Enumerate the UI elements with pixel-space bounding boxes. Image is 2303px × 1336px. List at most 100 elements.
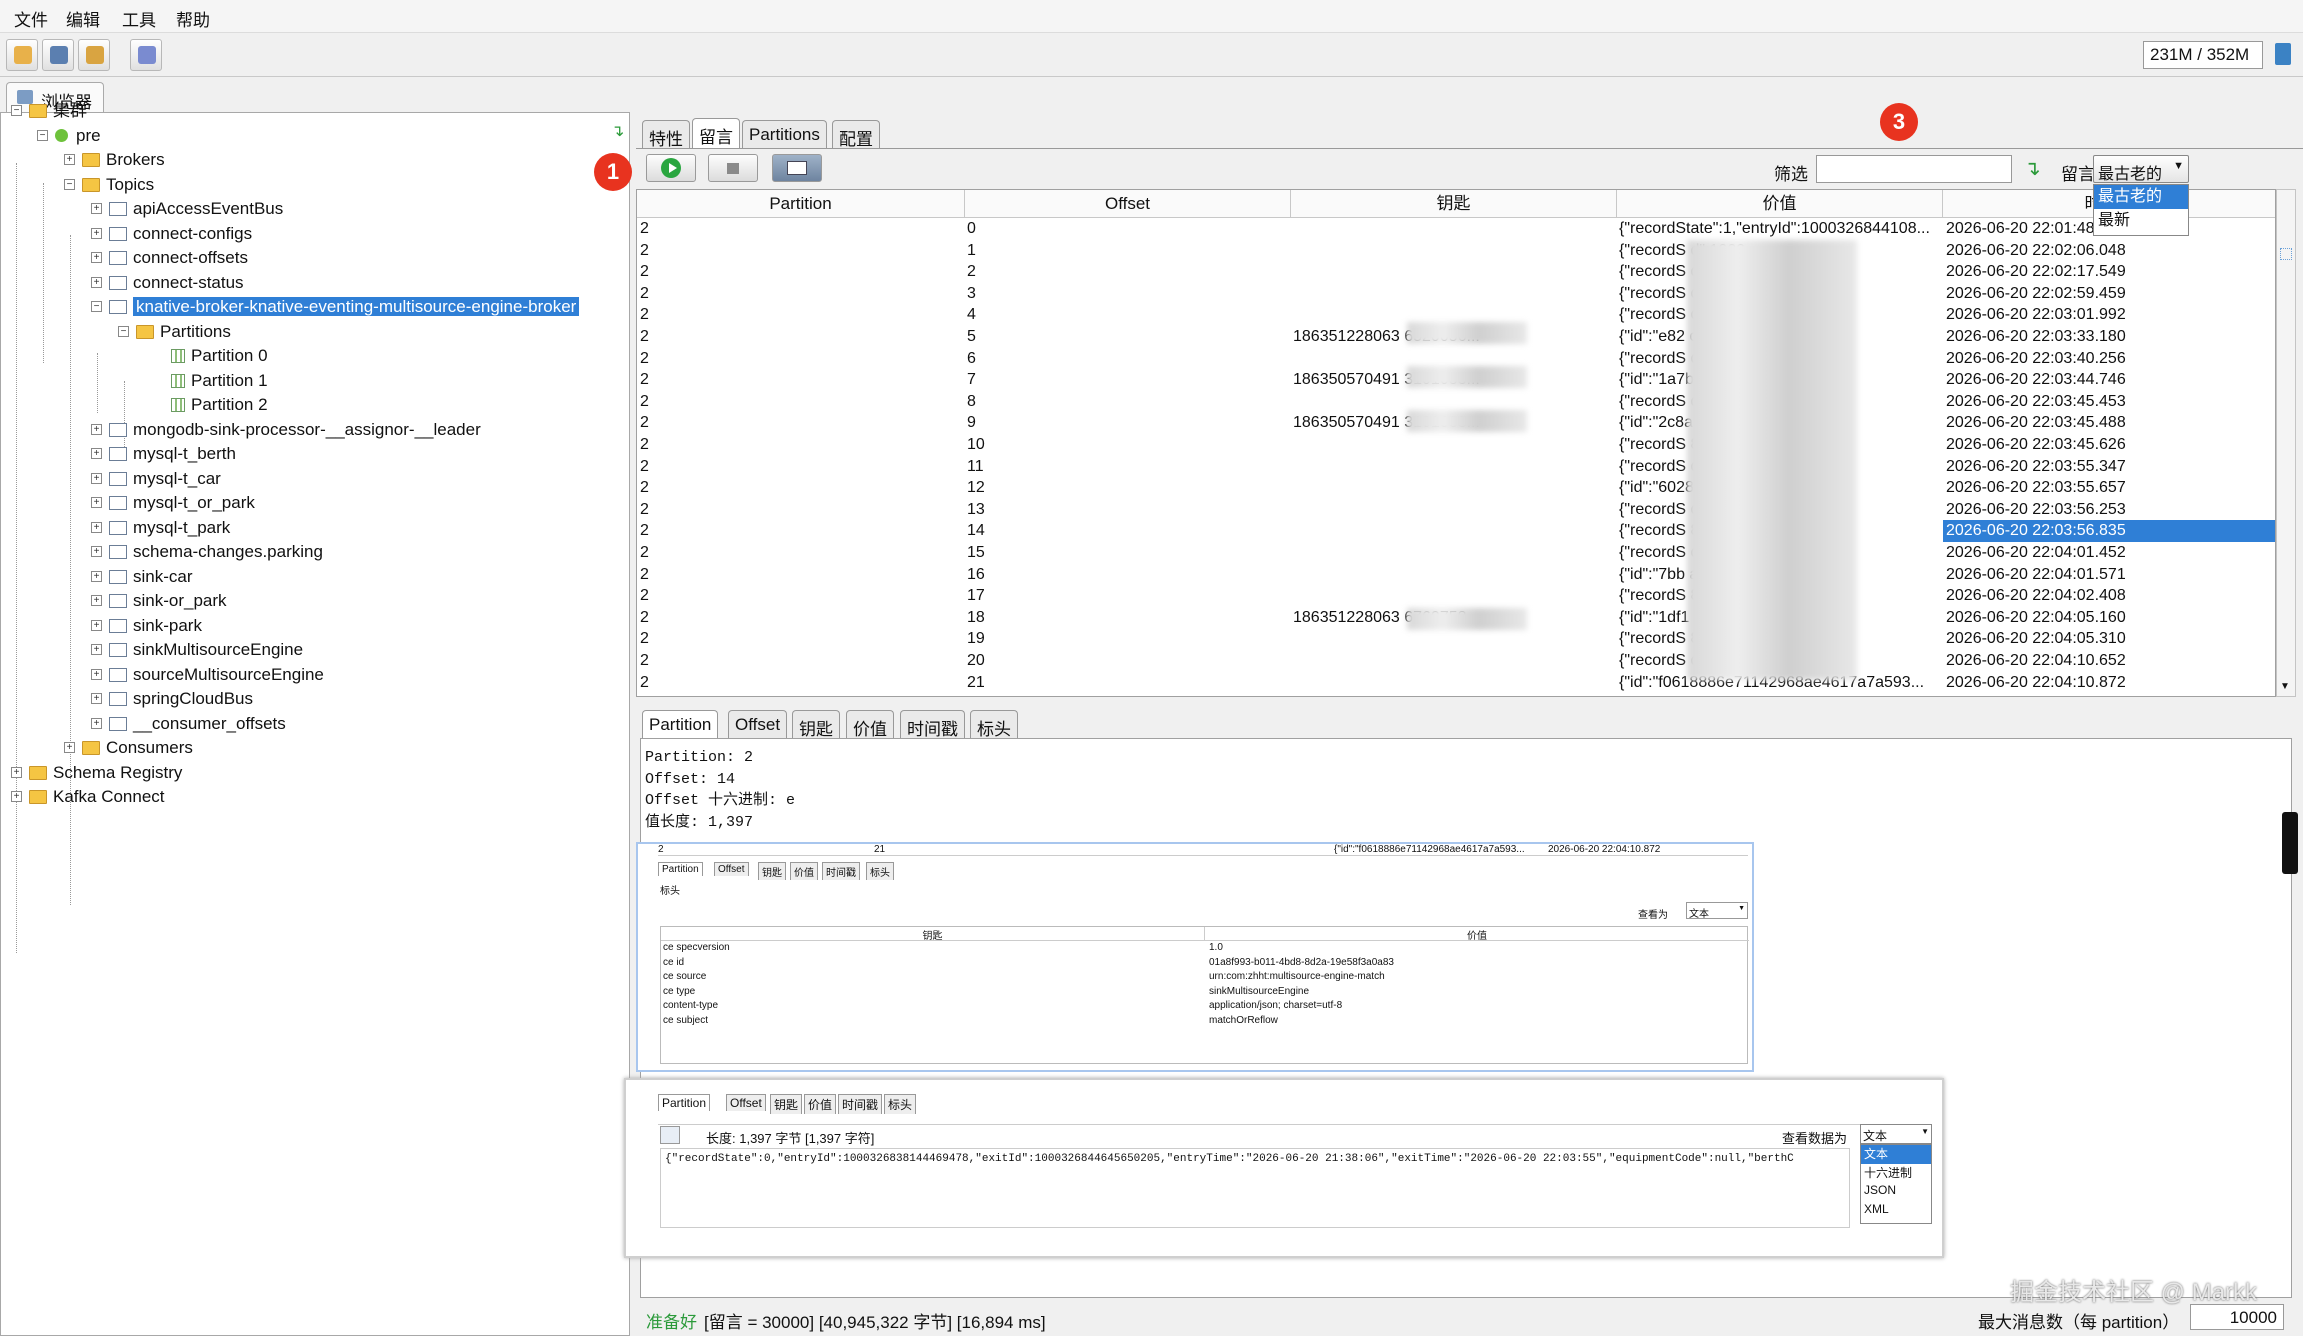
view-button[interactable] bbox=[772, 154, 822, 182]
detail-tab[interactable]: 标头 bbox=[970, 710, 1018, 739]
filter-input[interactable] bbox=[1816, 155, 2012, 183]
tree-topic-item[interactable]: + schema-changes.parking bbox=[91, 540, 323, 564]
tree-topic-item[interactable]: + sinkMultisourceEngine bbox=[91, 638, 303, 662]
tree-topic-item[interactable]: + sink-or_park bbox=[91, 589, 227, 613]
tree-topic-selected[interactable]: − knative-broker-knative-eventing-multiso… bbox=[91, 295, 580, 319]
tree-partition-item[interactable]: Partition 2 bbox=[171, 393, 268, 417]
inset-tab[interactable]: 时间戳 bbox=[838, 1094, 883, 1114]
menu-tools[interactable]: 工具 bbox=[122, 6, 156, 31]
tree-topic-item[interactable]: + connect-configs bbox=[91, 222, 252, 246]
collapse-icon[interactable]: − bbox=[118, 325, 129, 337]
expand-icon[interactable]: + bbox=[64, 742, 75, 753]
max-messages-input[interactable]: 10000 bbox=[2190, 1304, 2284, 1330]
tree-partition-item[interactable]: Partition 0 bbox=[171, 344, 268, 368]
tree-topic-item[interactable]: + connect-offsets bbox=[91, 246, 248, 270]
tree-topic-item[interactable]: + __consumer_offsets bbox=[91, 712, 286, 736]
menu-file[interactable]: 文件 bbox=[14, 6, 48, 31]
expand-icon[interactable]: + bbox=[91, 448, 102, 459]
settings-button[interactable] bbox=[130, 39, 162, 71]
expand-icon[interactable]: + bbox=[91, 227, 102, 239]
refresh-icon[interactable]: ↴ bbox=[611, 121, 624, 141]
tree-kafka-connect[interactable]: + Kafka Connect bbox=[11, 785, 165, 809]
expand-icon[interactable]: + bbox=[91, 717, 102, 729]
collapse-icon[interactable]: − bbox=[37, 129, 48, 141]
tree-consumers[interactable]: + Consumers bbox=[64, 736, 193, 760]
table-row[interactable]: 220{"recordS d":1000...2026-06-20 22:04:… bbox=[637, 650, 2275, 672]
expand-icon[interactable]: + bbox=[91, 203, 102, 214]
expand-icon[interactable]: + bbox=[91, 546, 102, 557]
expand-icon[interactable]: + bbox=[11, 766, 22, 778]
inset1-view-select[interactable]: 文本 ▼ bbox=[1686, 902, 1748, 920]
col-header-offset[interactable]: Offset bbox=[965, 190, 1291, 218]
scrollbar-thumb[interactable] bbox=[2280, 248, 2292, 260]
expand-icon[interactable]: + bbox=[64, 154, 75, 165]
table-row[interactable]: 215{"recordS d":1000...2026-06-20 22:04:… bbox=[637, 542, 2275, 564]
inset2-view-select[interactable]: 文本 ▼ bbox=[1860, 1124, 1932, 1144]
expand-icon[interactable]: + bbox=[91, 521, 102, 533]
tree-topic-item[interactable]: + springCloudBus bbox=[91, 687, 253, 711]
side-handle[interactable] bbox=[2282, 812, 2298, 874]
tree-topic-item[interactable]: + mongodb-sink-processor-__assignor-__lea… bbox=[91, 418, 481, 442]
expand-icon[interactable]: + bbox=[91, 423, 102, 435]
view-option-text[interactable]: 文本 bbox=[1861, 1145, 1931, 1164]
tree-brokers[interactable]: + Brokers bbox=[64, 148, 165, 172]
inset-tab[interactable]: Partition bbox=[658, 862, 703, 876]
inset-tab[interactable]: 钥匙 bbox=[758, 862, 786, 880]
inset-tab[interactable]: 标头 bbox=[866, 862, 894, 880]
table-row[interactable]: 2 21 {"id":"f0618886e71142968ae4617a7a593.… bbox=[637, 672, 2275, 694]
connect-button[interactable] bbox=[6, 39, 38, 71]
trash-icon[interactable] bbox=[2275, 43, 2291, 65]
tree-topic-item[interactable]: + sourceMultisourceEngine bbox=[91, 663, 324, 687]
tree-topics[interactable]: − Topics bbox=[64, 173, 154, 197]
col-header-value[interactable]: 价值 bbox=[1617, 190, 1943, 218]
edit-button[interactable] bbox=[78, 39, 110, 71]
inset-tab[interactable]: 价值 bbox=[804, 1094, 837, 1114]
expand-icon[interactable]: + bbox=[91, 693, 102, 704]
collapse-icon[interactable]: − bbox=[91, 301, 102, 312]
detail-tab[interactable]: 时间戳 bbox=[900, 710, 965, 739]
detail-tab[interactable]: 价值 bbox=[846, 710, 894, 739]
tree-cluster[interactable]: − 集群 bbox=[11, 99, 87, 123]
collapse-icon[interactable]: − bbox=[11, 105, 22, 116]
table-row[interactable]: 211{"recordS d":1000...2026-06-20 22:03:… bbox=[637, 456, 2275, 478]
order-select[interactable]: 最古老的 ▼ bbox=[2093, 155, 2189, 183]
table-row[interactable]: 219{"recordS 844679...2026-06-20 22:04:0… bbox=[637, 628, 2275, 650]
col-header-partition[interactable]: Partition bbox=[637, 190, 965, 218]
table-row[interactable]: 21{"recordS d":1000...2026-06-20 22:02:0… bbox=[637, 240, 2275, 262]
expand-icon[interactable]: + bbox=[91, 252, 102, 263]
view-option-hex[interactable]: 十六进制 bbox=[1861, 1164, 1931, 1183]
order-option-oldest[interactable]: 最古老的 bbox=[2094, 185, 2188, 209]
apply-filter-icon[interactable]: ↴ bbox=[2024, 156, 2041, 181]
save-icon[interactable] bbox=[660, 1126, 680, 1144]
col-header-key[interactable]: 钥匙 bbox=[1291, 190, 1617, 218]
table-row[interactable]: 216{"id":"7bb a89815...2026-06-20 22:04:… bbox=[637, 564, 2275, 586]
table-row[interactable]: 217{"recordS 833488...2026-06-20 22:04:0… bbox=[637, 585, 2275, 607]
clipboard-button[interactable] bbox=[42, 39, 74, 71]
tab-messages[interactable]: 留言 bbox=[692, 118, 740, 148]
expand-icon[interactable]: + bbox=[91, 276, 102, 288]
expand-icon[interactable]: + bbox=[91, 570, 102, 582]
order-option-newest[interactable]: 最新 bbox=[2094, 209, 2188, 233]
menu-edit[interactable]: 编辑 bbox=[66, 6, 100, 31]
collapse-icon[interactable]: − bbox=[64, 178, 75, 190]
tree-topic-item[interactable]: + sink-park bbox=[91, 614, 202, 638]
expand-icon[interactable]: + bbox=[91, 595, 102, 606]
tree-topic-item[interactable]: + apiAccessEventBus bbox=[91, 197, 283, 221]
tree-partition-item[interactable]: Partition 1 bbox=[171, 369, 268, 393]
expand-icon[interactable]: + bbox=[91, 497, 102, 508]
view-option-xml[interactable]: XML bbox=[1861, 1202, 1931, 1221]
table-row[interactable]: 2 0 {"recordState":1,"entryId":10003268441… bbox=[637, 218, 2275, 240]
detail-tab[interactable]: Partition bbox=[642, 710, 719, 738]
tab-properties[interactable]: 特性 bbox=[642, 120, 690, 149]
tree-topic-item[interactable]: + connect-status bbox=[91, 271, 244, 295]
inset-tab[interactable]: 时间戳 bbox=[822, 862, 860, 880]
expand-icon[interactable]: + bbox=[91, 644, 102, 655]
expand-icon[interactable]: + bbox=[91, 619, 102, 631]
table-scrollbar[interactable]: ▼ bbox=[2276, 189, 2296, 697]
tree-topic-item[interactable]: + mysql-t_car bbox=[91, 467, 221, 491]
inset-tab[interactable]: Offset bbox=[714, 862, 749, 876]
table-row[interactable]: 22{"recordS d":1000...2026-06-20 22:02:1… bbox=[637, 261, 2275, 283]
inset-tab[interactable]: Offset bbox=[726, 1094, 766, 1111]
expand-icon[interactable]: + bbox=[91, 472, 102, 484]
tree-topic-item[interactable]: + mysql-t_park bbox=[91, 516, 230, 540]
